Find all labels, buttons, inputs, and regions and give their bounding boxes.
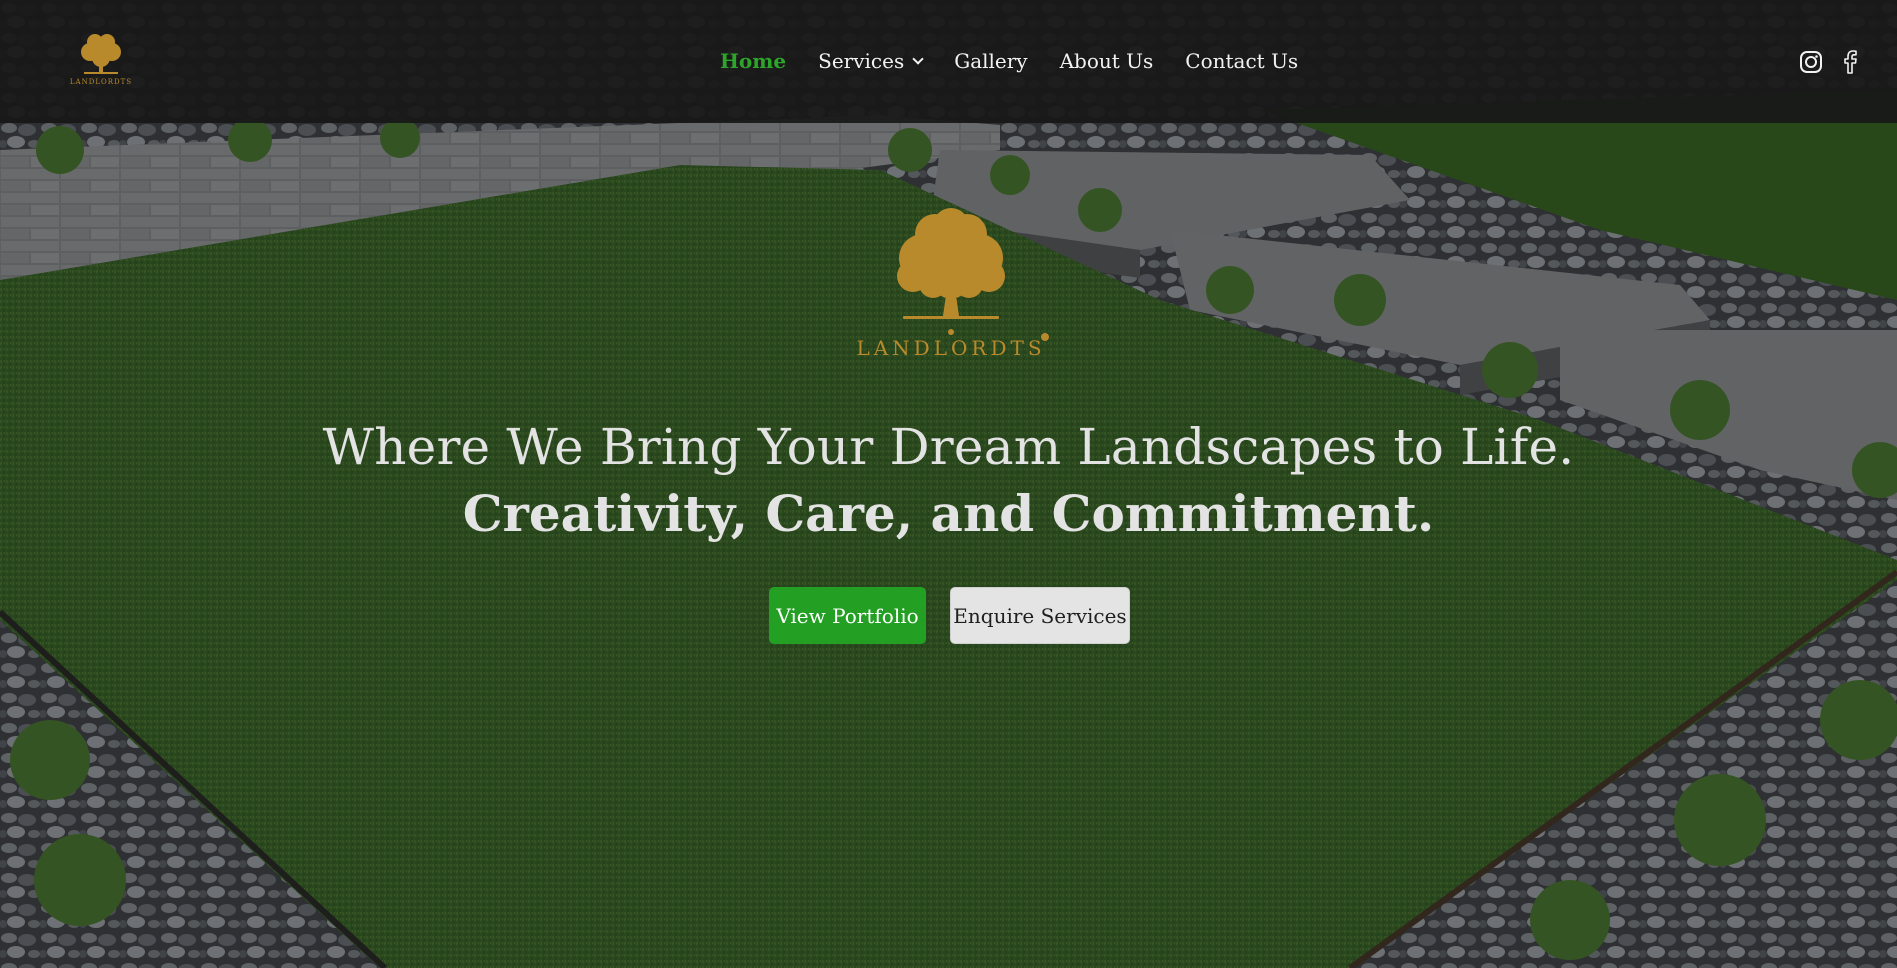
site-logo-text: LANDLORDTS (70, 78, 132, 86)
nav-item-home[interactable]: Home (720, 48, 786, 74)
chevron-down-icon (912, 53, 924, 65)
nav-item-label: Contact Us (1185, 49, 1299, 73)
hero-logo-text: LANDLORDTS (856, 336, 1045, 360)
nav-item-services[interactable]: Services (818, 48, 924, 74)
nav-item-contact-us[interactable]: Contact Us (1185, 48, 1298, 74)
enquire-services-button[interactable]: Enquire Services (950, 587, 1130, 644)
nav-item-label: Home (720, 49, 787, 73)
nav-item-about-us[interactable]: About Us (1060, 48, 1154, 74)
nav-item-label: Gallery (954, 49, 1028, 73)
instagram-icon (1800, 51, 1822, 73)
hero-logo: LANDLORDTS (851, 198, 1051, 368)
nav-item-gallery[interactable]: Gallery (954, 48, 1027, 74)
site-logo[interactable]: LANDLORDTS (68, 30, 134, 90)
hero-subheadline: Creativity, Care, and Commitment. (462, 484, 1435, 543)
facebook-link[interactable] (1837, 49, 1863, 75)
nav-item-label: About Us (1059, 49, 1154, 73)
top-navigation-bar: LANDLORDTS Home Services Gallery About U… (0, 0, 1897, 123)
nav-item-label: Services (818, 49, 905, 73)
facebook-icon (1844, 50, 1857, 74)
instagram-link[interactable] (1798, 49, 1824, 75)
hero-headline: Where We Bring Your Dream Landscapes to … (322, 418, 1575, 476)
view-portfolio-button[interactable]: View Portfolio (769, 587, 926, 644)
main-menu: Home Services Gallery About Us Contact U… (720, 48, 1330, 74)
